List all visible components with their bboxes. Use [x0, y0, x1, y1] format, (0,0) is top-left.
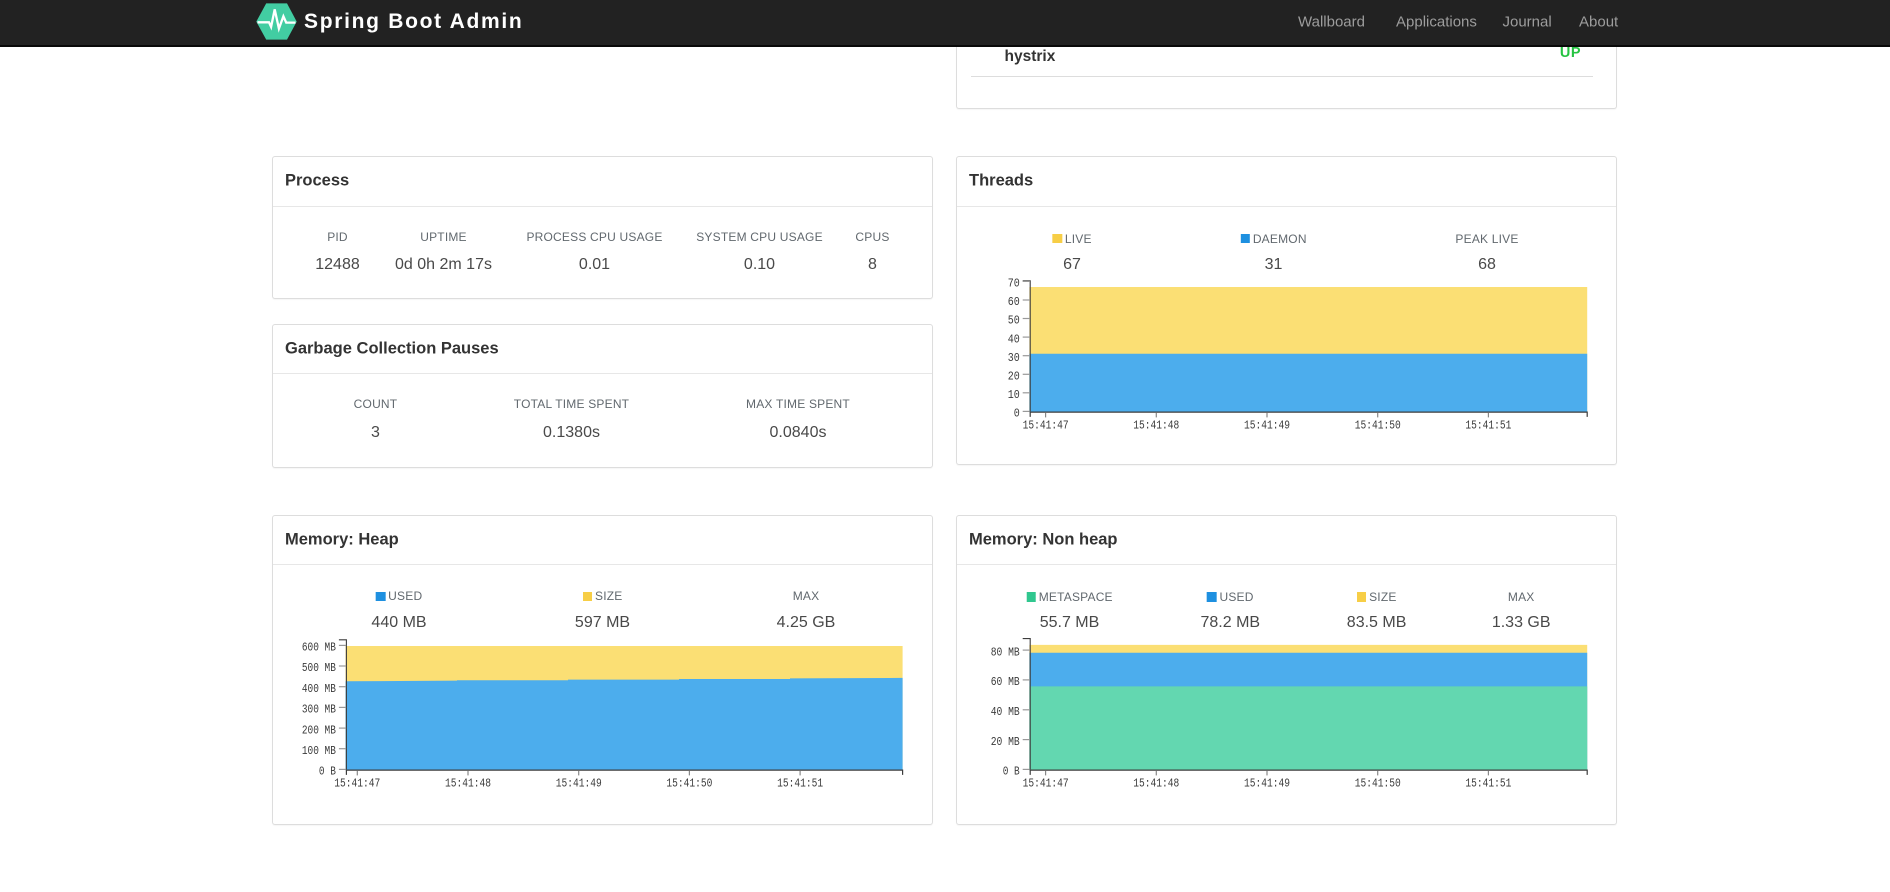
svg-text:15:41:49: 15:41:49: [1244, 418, 1290, 432]
svg-text:20 MB: 20 MB: [991, 735, 1020, 749]
svg-text:15:41:47: 15:41:47: [1023, 418, 1069, 432]
svg-text:400 MB: 400 MB: [302, 682, 336, 696]
svg-text:15:41:48: 15:41:48: [1133, 776, 1179, 790]
svg-text:0: 0: [1014, 407, 1020, 421]
svg-text:15:41:47: 15:41:47: [1023, 776, 1069, 790]
svg-text:500 MB: 500 MB: [302, 661, 336, 675]
svg-text:15:41:51: 15:41:51: [1465, 776, 1511, 790]
svg-text:50: 50: [1008, 314, 1020, 328]
svg-text:0 B: 0 B: [1003, 765, 1020, 779]
svg-text:15:41:49: 15:41:49: [1244, 776, 1290, 790]
svg-text:15:41:48: 15:41:48: [1133, 418, 1179, 432]
svg-text:600 MB: 600 MB: [302, 641, 336, 655]
svg-text:60 MB: 60 MB: [991, 675, 1020, 689]
svg-text:15:41:51: 15:41:51: [1465, 418, 1511, 432]
svg-text:100 MB: 100 MB: [302, 744, 336, 758]
svg-text:20: 20: [1008, 370, 1020, 384]
svg-text:200 MB: 200 MB: [302, 723, 336, 737]
svg-text:70: 70: [1008, 277, 1020, 291]
svg-text:10: 10: [1008, 388, 1020, 402]
svg-text:300 MB: 300 MB: [302, 703, 336, 717]
svg-text:15:41:47: 15:41:47: [334, 776, 380, 790]
svg-text:15:41:51: 15:41:51: [777, 776, 823, 790]
svg-text:15:41:50: 15:41:50: [1355, 776, 1401, 790]
svg-text:80 MB: 80 MB: [991, 645, 1020, 659]
svg-text:15:41:50: 15:41:50: [1355, 418, 1401, 432]
svg-text:40: 40: [1008, 332, 1020, 346]
svg-text:15:41:49: 15:41:49: [556, 776, 602, 790]
svg-text:30: 30: [1008, 351, 1020, 365]
svg-text:15:41:50: 15:41:50: [666, 776, 712, 790]
svg-text:60: 60: [1008, 295, 1020, 309]
svg-text:15:41:48: 15:41:48: [445, 776, 491, 790]
svg-text:40 MB: 40 MB: [991, 705, 1020, 719]
